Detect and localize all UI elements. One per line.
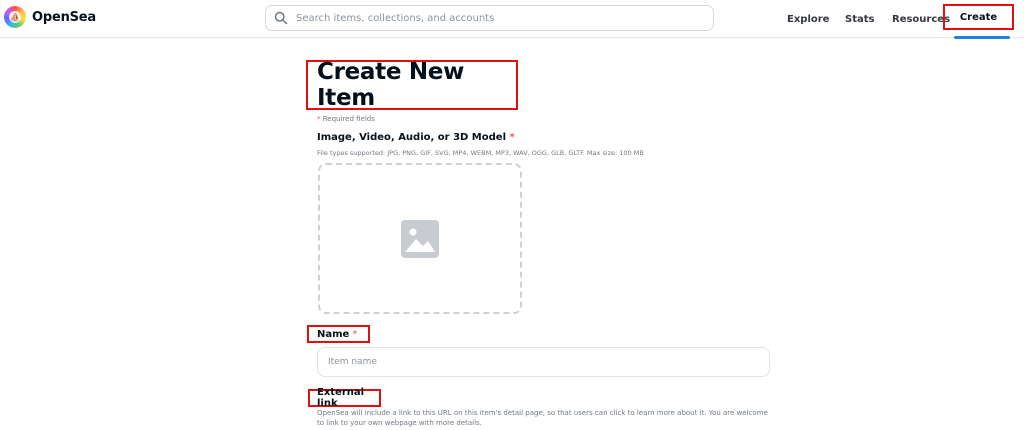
- search-bar[interactable]: [265, 5, 714, 31]
- external-link-description: OpenSea will include a link to this URL …: [317, 409, 768, 427]
- page-title: Create New Item: [317, 59, 465, 111]
- search-input[interactable]: [296, 12, 696, 24]
- media-upload-dropzone[interactable]: [318, 163, 522, 314]
- opensea-logo-icon: ⛵: [4, 6, 26, 28]
- page-title-highlight: Create New Item: [306, 59, 518, 111]
- nav-stats[interactable]: Stats: [845, 0, 874, 38]
- nav-resources[interactable]: Resources: [892, 0, 950, 38]
- nav-explore[interactable]: Explore: [787, 0, 829, 38]
- external-link-label: External link: [317, 387, 365, 409]
- required-star: *: [317, 115, 321, 123]
- nav-create[interactable]: Create: [943, 4, 1014, 30]
- external-link-label-highlight: External link: [308, 387, 381, 409]
- required-fields-note: * Required fields: [317, 115, 375, 123]
- file-types-note: File types supported: JPG, PNG, GIF, SVG…: [317, 149, 644, 157]
- top-header: ⛵ OpenSea Explore Stats Resources Create: [0, 0, 1024, 39]
- media-required-star: *: [509, 132, 515, 143]
- image-icon: [401, 219, 439, 258]
- name-label: Name: [317, 328, 350, 340]
- media-label-text: Image, Video, Audio, or 3D Model: [317, 132, 506, 143]
- search-icon: [274, 11, 288, 25]
- required-fields-text: Required fields: [322, 115, 375, 123]
- name-required-star: *: [352, 328, 358, 340]
- name-label-highlight: Name *: [307, 325, 370, 343]
- opensea-logo[interactable]: ⛵ OpenSea: [4, 6, 96, 28]
- logo-text: OpenSea: [32, 9, 96, 25]
- active-tab-indicator: [954, 36, 1010, 39]
- media-label: Image, Video, Audio, or 3D Model *: [317, 132, 515, 143]
- item-name-input[interactable]: [317, 347, 770, 377]
